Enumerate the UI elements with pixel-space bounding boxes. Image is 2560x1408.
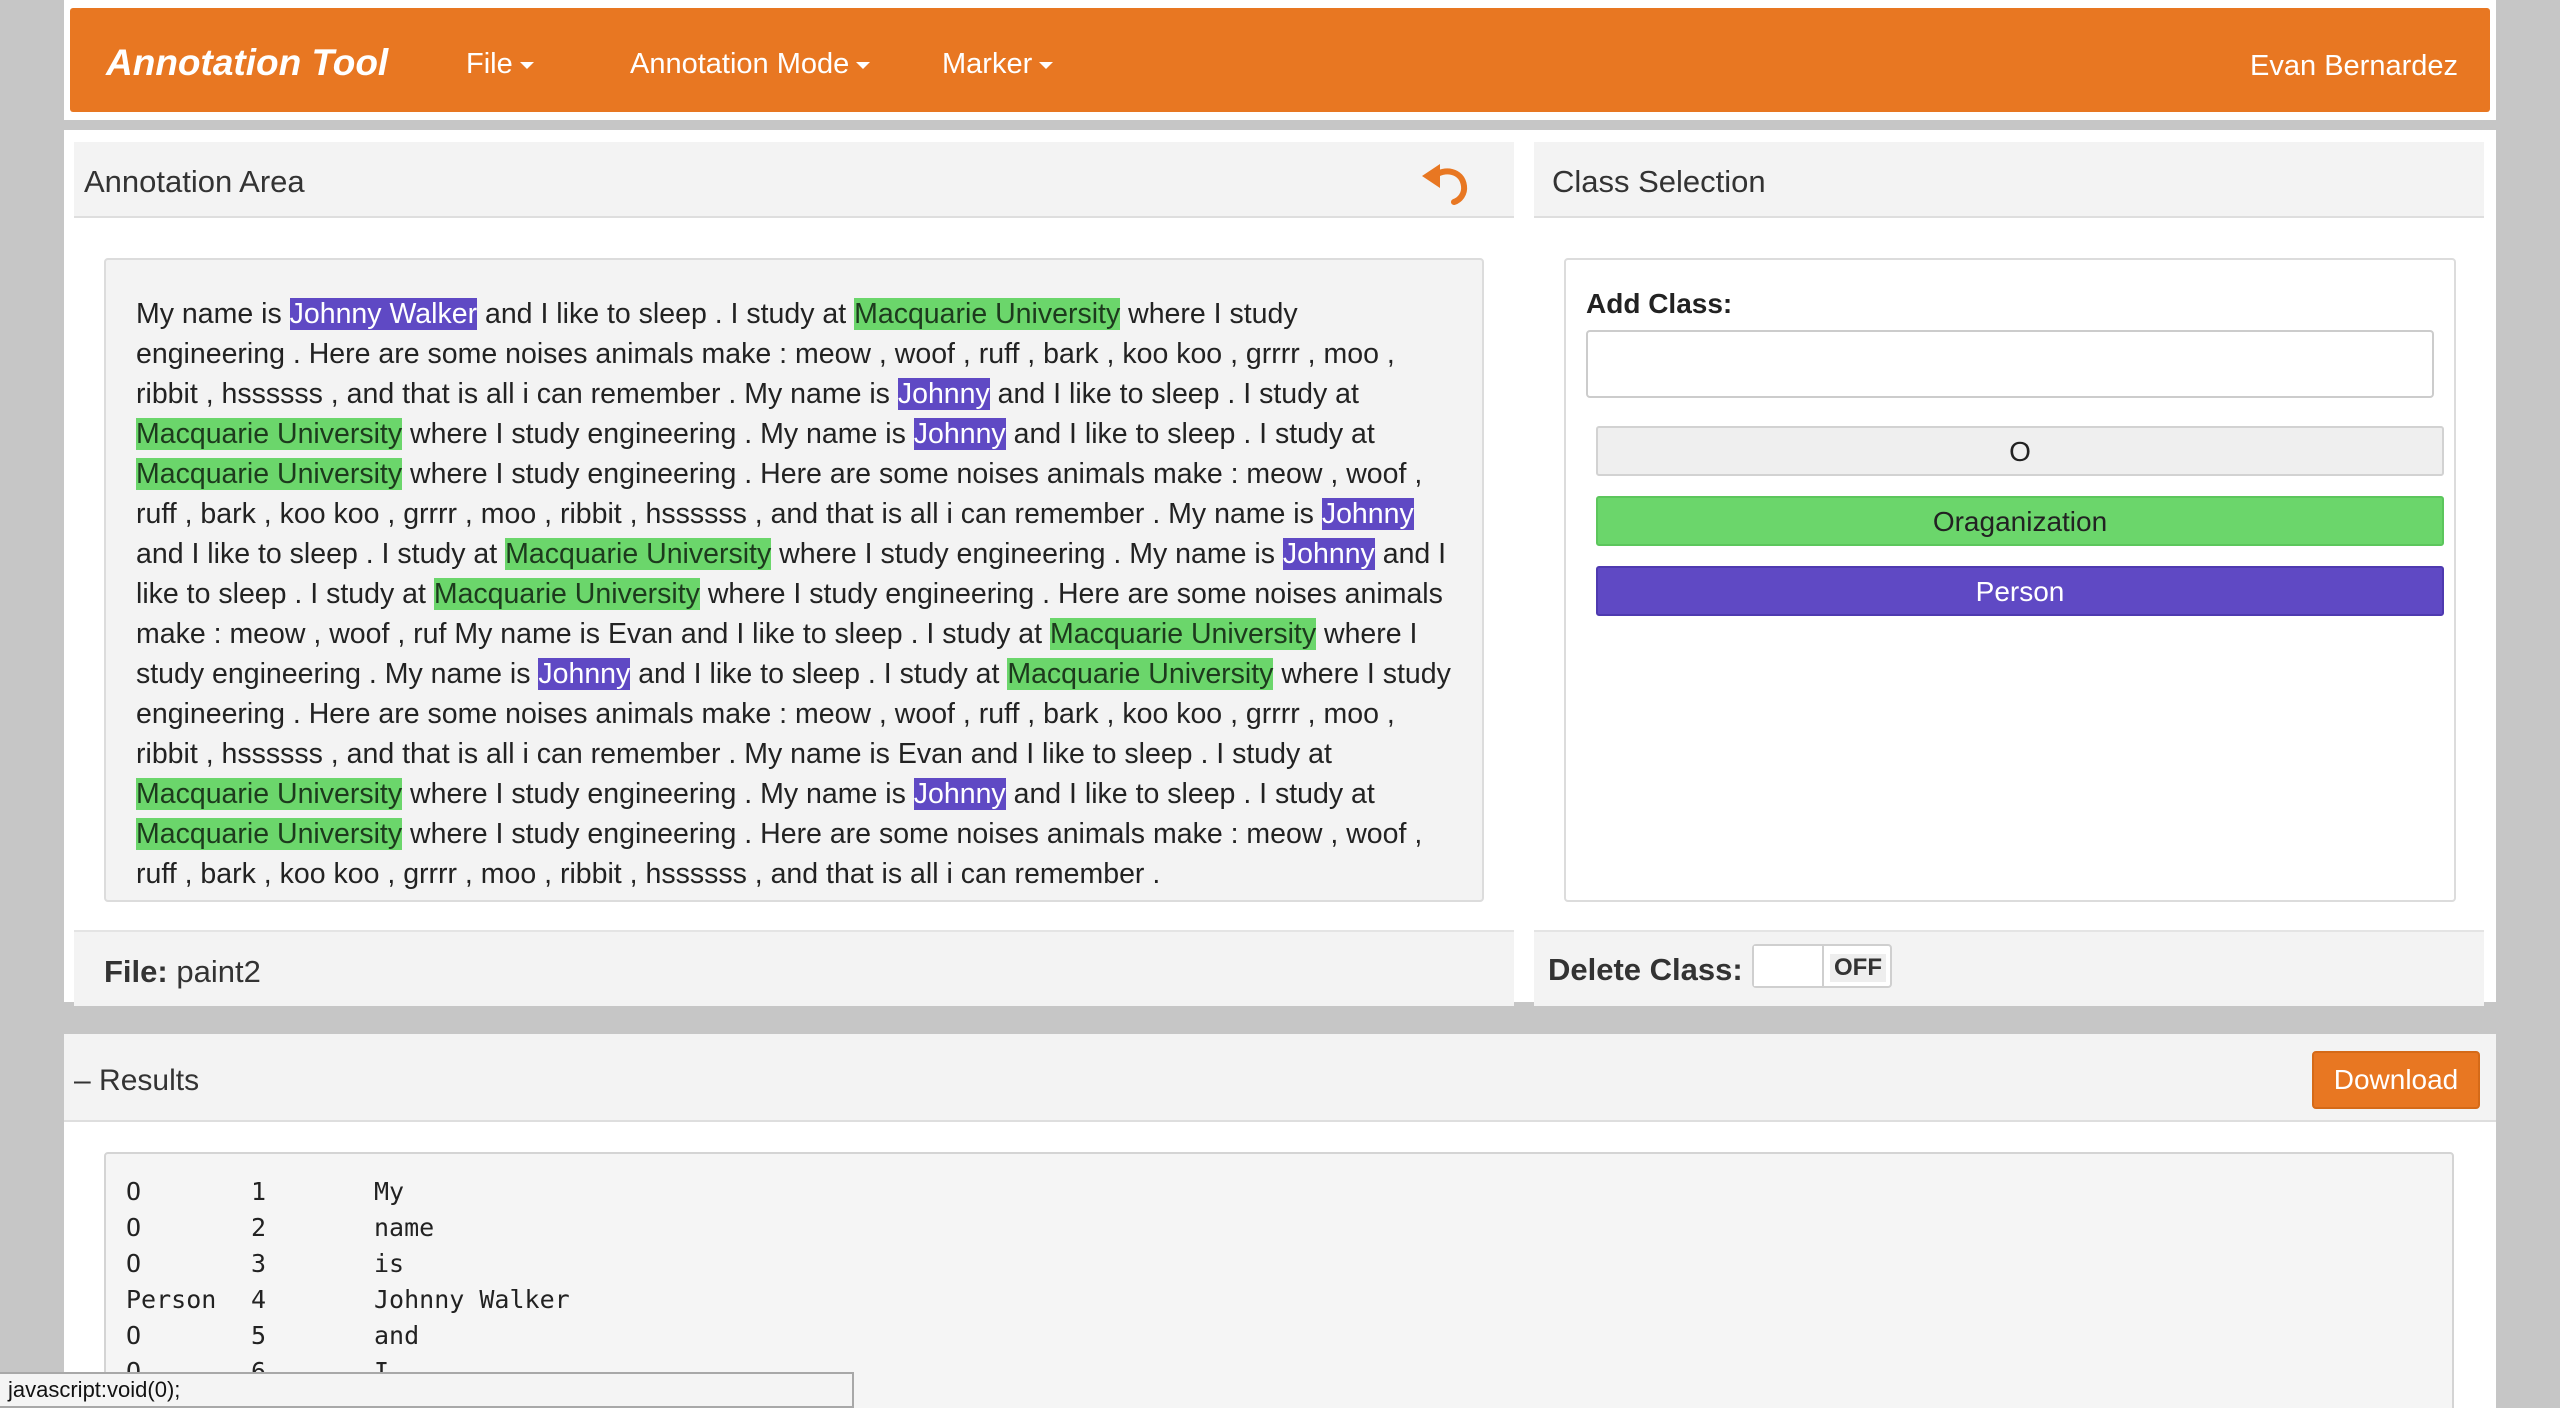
class-selection-panel: Class Selection Add Class: O Oraganizati… (1534, 142, 2484, 1006)
file-name: paint2 (176, 954, 261, 989)
result-label: O (126, 1321, 142, 1350)
result-row: O 1 My (126, 1174, 2452, 1210)
result-index: 4 (251, 1285, 267, 1314)
entity-person[interactable]: Johnny (913, 418, 1006, 450)
entity-organization[interactable]: Macquarie University (136, 778, 403, 810)
collapse-icon: – (74, 1064, 91, 1097)
entity-person[interactable]: Johnny Walker (289, 298, 478, 330)
text-span[interactable]: where I study engineering . My name is (402, 778, 914, 810)
results-panel: – Results Download O 1 My O 2 name O 3 is Person 4… (64, 1034, 2496, 1408)
result-token: name (374, 1213, 435, 1242)
result-token: My (374, 1177, 405, 1206)
entity-organization[interactable]: Macquarie University (136, 458, 403, 490)
entity-organization[interactable]: Macquarie University (433, 578, 700, 610)
file-bar: File: paint2 (74, 930, 1514, 1006)
workspace: Annotation Area My name is Johnny Walker… (64, 130, 2496, 1006)
class-list-box: Add Class: O Oraganization Person (1564, 258, 2456, 902)
text-span[interactable]: and I like to sleep . I study at (1006, 418, 1375, 450)
navbar-container: ` Annotation Tool File Annotation Mode M… (64, 0, 2496, 120)
result-token: is (374, 1249, 405, 1278)
entity-person[interactable]: Johnny (897, 378, 990, 410)
results-output[interactable]: O1MyO2nameO3isPerson4Johnny WalkerO5andO… (104, 1152, 2454, 1408)
entity-organization[interactable]: Macquarie University (1007, 658, 1274, 690)
caret-down-icon (856, 61, 871, 69)
annotation-text[interactable]: My name is Johnny Walker and I like to s… (104, 258, 1484, 902)
entity-organization[interactable]: Macquarie University (136, 418, 403, 450)
entity-person[interactable]: Johnny (538, 658, 631, 690)
file-info: File: paint2 (104, 954, 261, 990)
menu-marker[interactable]: Marker (942, 48, 1054, 81)
result-label: O (126, 1249, 142, 1278)
menu-file[interactable]: File (466, 48, 534, 81)
delete-class-label: Delete Class: (1548, 952, 1743, 987)
result-row: O 3 is (126, 1246, 2452, 1282)
toggle-state: OFF (1830, 954, 1886, 982)
text-span[interactable]: and I like to sleep . I study at (630, 658, 1007, 690)
result-index: 1 (251, 1177, 267, 1206)
results-title: Results (99, 1064, 200, 1097)
text-span[interactable]: and I like to sleep . I study at (1006, 778, 1375, 810)
entity-person[interactable]: Johnny (913, 778, 1006, 810)
result-label: O (126, 1177, 142, 1206)
caret-down-icon (519, 61, 534, 69)
navbar: Annotation Tool File Annotation Mode Mar… (70, 8, 2490, 112)
result-row: O 5 and (126, 1318, 2452, 1354)
entity-organization[interactable]: Macquarie University (136, 818, 403, 850)
result-index: 2 (251, 1213, 267, 1242)
text-span[interactable]: where I study engineering . My name is (771, 538, 1283, 570)
results-toggle[interactable]: – Results (74, 1064, 199, 1098)
brand-logo[interactable]: Annotation Tool (106, 42, 388, 84)
menu-file-label: File (466, 48, 513, 80)
menu-annotation-mode-label: Annotation Mode (630, 48, 850, 80)
text-span[interactable]: and I like to sleep . I study at (136, 538, 505, 570)
class-button-organization[interactable]: Oraganization (1596, 496, 2444, 546)
result-label: Person (126, 1285, 217, 1314)
class-selection-header: Class Selection (1534, 142, 2484, 218)
entity-organization[interactable]: Macquarie University (854, 298, 1121, 330)
class-button-person[interactable]: Person (1596, 566, 2444, 616)
text-span[interactable]: and I like to sleep . I study at (477, 298, 854, 330)
class-button-o[interactable]: O (1596, 426, 2444, 476)
delete-class-bar: Delete Class: OFF (1534, 930, 2484, 1006)
add-class-input[interactable] (1586, 330, 2434, 398)
delete-class-toggle[interactable]: OFF (1752, 944, 1892, 988)
entity-person[interactable]: Johnny (1282, 538, 1375, 570)
add-class-label: Add Class: (1586, 288, 1733, 319)
results-header: – Results Download (64, 1034, 2496, 1122)
entity-organization[interactable]: Macquarie University (505, 538, 772, 570)
download-button[interactable]: Download (2312, 1051, 2480, 1109)
text-span[interactable]: and I like to sleep . I study at (990, 378, 1359, 410)
toggle-knob (1754, 946, 1824, 986)
status-bar: javascript:void(0); (0, 1372, 854, 1408)
result-label: O (126, 1213, 142, 1242)
result-row: Person 4 Johnny Walker (126, 1282, 2452, 1318)
menu-marker-label: Marker (942, 48, 1033, 80)
text-span[interactable]: where I study engineering . My name is (402, 418, 914, 450)
annotation-panel-title: Annotation Area (84, 164, 305, 199)
class-selection-title: Class Selection (1552, 164, 1766, 199)
result-index: 3 (251, 1249, 267, 1278)
annotation-panel-header: Annotation Area (74, 142, 1514, 218)
text-span[interactable]: My name is (136, 298, 290, 330)
annotation-panel: Annotation Area My name is Johnny Walker… (74, 142, 1514, 1006)
result-row: O 2 name (126, 1210, 2452, 1246)
result-token: Johnny Walker (374, 1285, 570, 1314)
entity-organization[interactable]: Macquarie University (1049, 618, 1317, 650)
caret-down-icon (1039, 61, 1054, 69)
file-label: File: (104, 954, 168, 989)
menu-annotation-mode[interactable]: Annotation Mode (630, 48, 871, 81)
entity-person[interactable]: Johnny (1321, 498, 1414, 530)
result-token: and (374, 1321, 420, 1350)
undo-icon[interactable] (1420, 160, 1470, 206)
result-index: 5 (251, 1321, 267, 1350)
user-name[interactable]: Evan Bernardez (2250, 50, 2458, 83)
